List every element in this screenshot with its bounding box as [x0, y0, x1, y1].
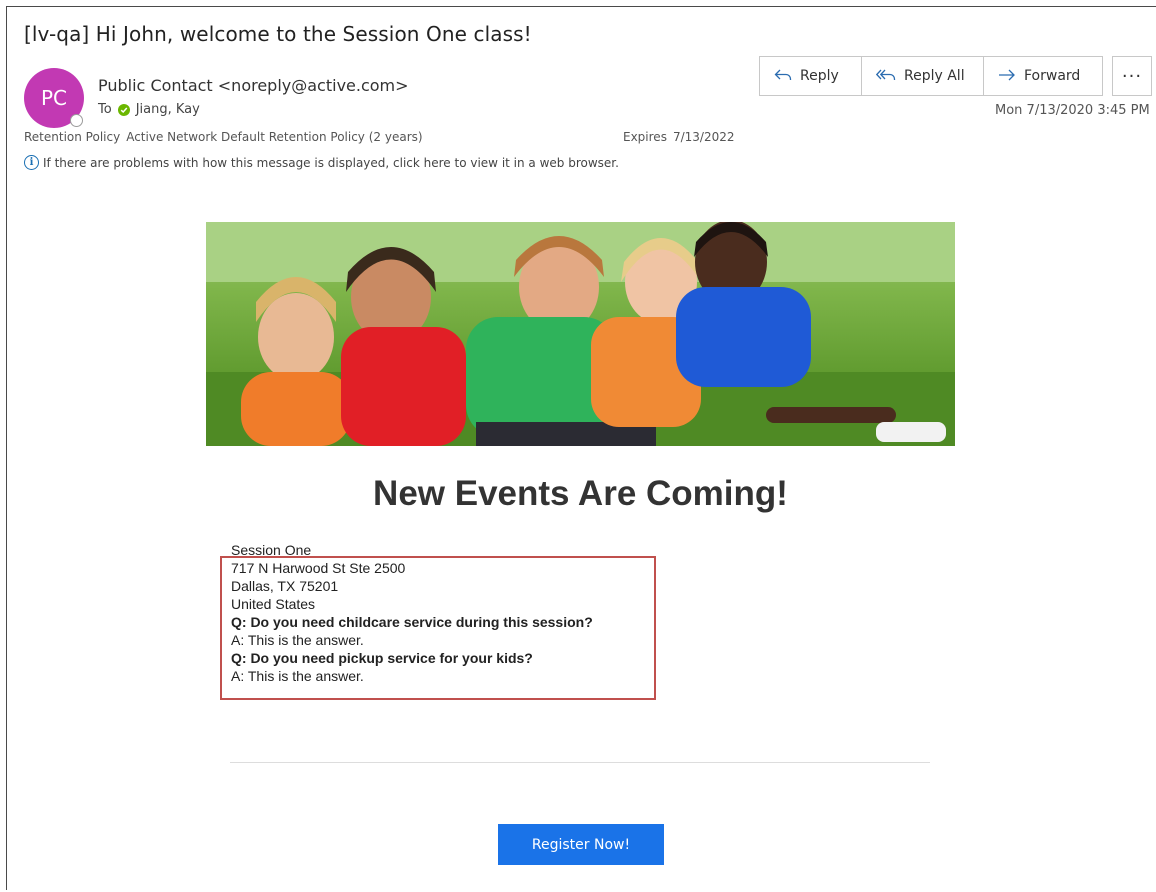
email-subject: [lv-qa] Hi John, welcome to the Session …: [24, 22, 532, 46]
to-label: To: [98, 102, 112, 117]
reply-all-button[interactable]: Reply All: [862, 57, 984, 95]
children-photo-illustration: [206, 222, 955, 446]
reply-all-label: Reply All: [904, 68, 965, 84]
forward-icon: [998, 67, 1016, 86]
retention-policy: Retention Policy Active Network Default R…: [24, 130, 423, 144]
reply-button[interactable]: Reply: [760, 57, 862, 95]
email-headline: New Events Are Coming!: [373, 474, 788, 513]
expires-label: Expires: [623, 130, 667, 144]
expires-info: Expires 7/13/2022: [623, 130, 734, 144]
message-actions-toolbar: Reply Reply All Forward: [759, 56, 1103, 96]
recipient-name[interactable]: Jiang, Kay: [136, 102, 200, 117]
avatar[interactable]: PC: [24, 68, 84, 128]
highlight-annotation-box: [220, 556, 656, 700]
avatar-initials: PC: [40, 86, 68, 110]
info-bar[interactable]: i If there are problems with how this me…: [24, 155, 619, 170]
retention-label: Retention Policy: [24, 130, 121, 144]
section-divider: [230, 762, 930, 763]
register-now-button[interactable]: Register Now!: [498, 824, 664, 865]
more-actions-button[interactable]: ···: [1112, 56, 1152, 96]
info-icon: i: [24, 155, 39, 170]
reply-icon: [774, 67, 792, 86]
hero-image-children: [206, 222, 955, 446]
expires-value: 7/13/2022: [672, 130, 735, 144]
retention-value: Active Network Default Retention Policy …: [126, 130, 423, 144]
more-icon: ···: [1121, 65, 1143, 87]
presence-status-icon: [70, 114, 83, 127]
forward-button[interactable]: Forward: [984, 57, 1102, 95]
available-status-icon: [117, 103, 130, 116]
reply-label: Reply: [800, 68, 839, 84]
recipient-line: To Jiang, Kay: [98, 102, 200, 117]
sender-name[interactable]: Public Contact <noreply@active.com>: [98, 76, 409, 95]
received-date: Mon 7/13/2020 3:45 PM: [995, 103, 1150, 118]
forward-label: Forward: [1024, 68, 1081, 84]
reply-all-icon: [875, 67, 896, 86]
info-bar-text[interactable]: If there are problems with how this mess…: [43, 156, 619, 170]
